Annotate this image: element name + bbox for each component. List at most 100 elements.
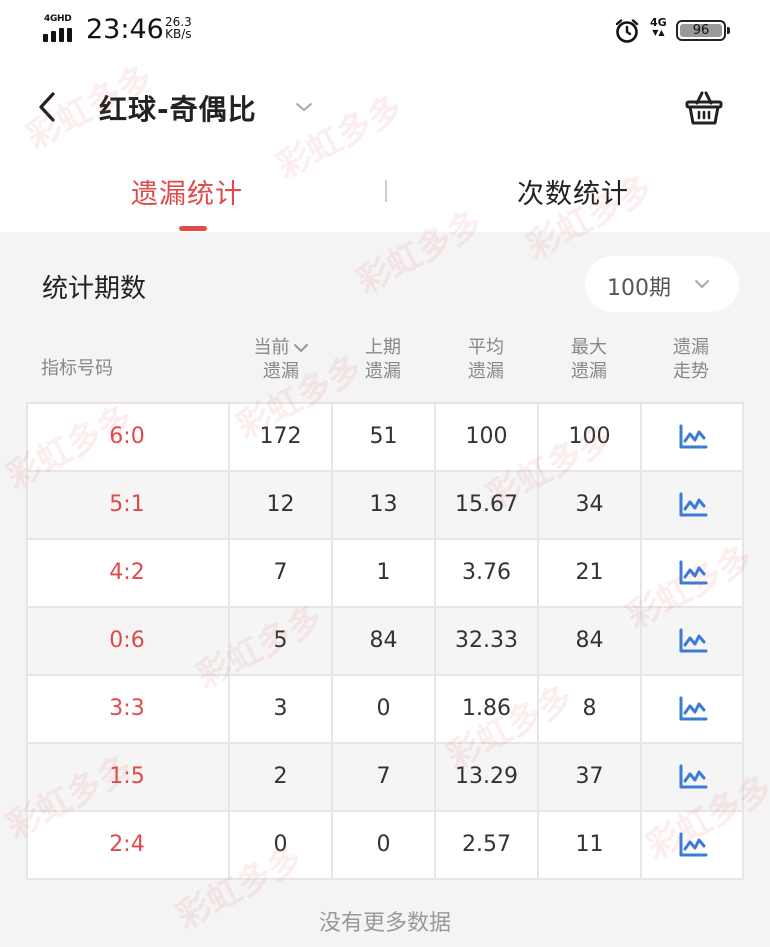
table-row: 0:6 5 84 32.33 84 — [26, 608, 744, 676]
page-title[interactable]: 红球-奇偶比 — [99, 88, 257, 128]
period-value: 100期 — [607, 276, 671, 301]
ratio-cell: 5:1 — [109, 492, 145, 517]
tab-count-stats[interactable]: 次数统计 — [517, 172, 629, 211]
avg-missing-cell: 15.67 — [434, 472, 537, 538]
ratio-cell: 6:0 — [109, 424, 145, 449]
avg-missing-cell: 13.29 — [434, 744, 537, 810]
line-chart-icon[interactable] — [678, 492, 708, 518]
active-tab-indicator — [179, 226, 207, 231]
column-header-current-missing[interactable]: 当前 遗漏 — [230, 336, 332, 384]
max-missing-cell: 34 — [537, 472, 640, 538]
trend-cell[interactable] — [640, 540, 744, 606]
alarm-clock-icon — [615, 19, 639, 43]
last-missing-cell: 0 — [331, 676, 434, 742]
status-bar: 4GHD 23:46 26.3 KB/s 4G ▼▲ 96 — [0, 0, 770, 60]
header: 红球-奇偶比 — [0, 68, 770, 148]
current-missing-cell: 7 — [228, 540, 331, 606]
trend-cell[interactable] — [640, 404, 744, 470]
missing-stats-table: 6:0 172 51 100 100 5:1 12 13 15.67 34 4:… — [26, 402, 744, 880]
column-header-label: 上期 — [365, 337, 401, 358]
ratio-cell: 1:5 — [109, 764, 145, 789]
network-speed: 26.3 KB/s — [165, 16, 192, 40]
max-missing-cell: 100 — [537, 404, 640, 470]
column-header-label: 遗漏 — [365, 361, 401, 382]
ratio-cell: 4:2 — [109, 560, 145, 585]
period-select[interactable]: 100期 — [585, 256, 739, 312]
avg-missing-cell: 3.76 — [434, 540, 537, 606]
column-header-ratio[interactable]: 指标号码 — [26, 336, 128, 402]
current-missing-cell: 0 — [228, 812, 331, 878]
last-missing-cell: 0 — [331, 812, 434, 878]
table-row: 6:0 172 51 100 100 — [26, 404, 744, 472]
table-border — [742, 404, 744, 880]
max-missing-cell: 37 — [537, 744, 640, 810]
trend-cell[interactable] — [640, 676, 744, 742]
line-chart-icon[interactable] — [678, 424, 708, 450]
trend-cell[interactable] — [640, 812, 744, 878]
period-label: 统计期数 — [42, 274, 147, 304]
column-header-avg-missing[interactable]: 平均 遗漏 — [435, 336, 537, 384]
column-header-label: 走势 — [673, 361, 709, 382]
line-chart-icon[interactable] — [678, 696, 708, 722]
tab-divider — [385, 180, 387, 202]
trend-cell[interactable] — [640, 472, 744, 538]
table-border — [26, 404, 28, 880]
battery-icon: 96 — [676, 20, 730, 41]
column-header-last-missing[interactable]: 上期 遗漏 — [332, 336, 434, 384]
avg-missing-cell: 1.86 — [434, 676, 537, 742]
last-missing-cell: 13 — [331, 472, 434, 538]
signal-strength-icon: 4GHD — [42, 14, 76, 42]
max-missing-cell: 21 — [537, 540, 640, 606]
avg-missing-cell: 100 — [434, 404, 537, 470]
chevron-down-icon[interactable] — [294, 100, 314, 114]
network-speed-unit: KB/s — [165, 27, 192, 41]
column-header-label: 平均 — [468, 337, 504, 358]
table-row: 2:4 0 0 2.57 11 — [26, 812, 744, 880]
avg-missing-cell: 2.57 — [434, 812, 537, 878]
avg-missing-cell: 32.33 — [434, 608, 537, 674]
column-header-label: 遗漏 — [263, 361, 299, 382]
ratio-cell: 2:4 — [109, 832, 145, 857]
chevron-down-icon — [293, 344, 308, 352]
table-header: 指标号码 当前 遗漏 上期 遗漏 平均 遗漏 最大 遗漏 遗漏 走势 — [26, 336, 744, 402]
line-chart-icon[interactable] — [678, 560, 708, 586]
last-missing-cell: 7 — [331, 744, 434, 810]
data-arrows-icon: ▼▲ — [652, 28, 665, 37]
column-header-label: 遗漏 — [468, 361, 504, 382]
line-chart-icon[interactable] — [678, 628, 708, 654]
current-missing-cell: 12 — [228, 472, 331, 538]
ratio-cell: 3:3 — [109, 696, 145, 721]
current-missing-cell: 3 — [228, 676, 331, 742]
last-missing-cell: 1 — [331, 540, 434, 606]
battery-level: 96 — [692, 23, 710, 38]
tab-bar: 遗漏统计 次数统计 — [0, 150, 770, 232]
column-header-max-missing[interactable]: 最大 遗漏 — [538, 336, 640, 384]
max-missing-cell: 84 — [537, 608, 640, 674]
last-missing-cell: 51 — [331, 404, 434, 470]
table-row: 1:5 2 7 13.29 37 — [26, 744, 744, 812]
last-missing-cell: 84 — [331, 608, 434, 674]
current-missing-cell: 172 — [228, 404, 331, 470]
current-missing-cell: 2 — [228, 744, 331, 810]
column-header-label: 遗漏 — [673, 337, 709, 358]
trend-cell[interactable] — [640, 608, 744, 674]
basket-icon[interactable] — [684, 88, 724, 128]
table-row: 4:2 7 1 3.76 21 — [26, 540, 744, 608]
ratio-cell: 0:6 — [109, 628, 145, 653]
max-missing-cell: 11 — [537, 812, 640, 878]
line-chart-icon[interactable] — [678, 832, 708, 858]
max-missing-cell: 8 — [537, 676, 640, 742]
status-time: 23:46 — [86, 14, 164, 45]
chevron-down-icon — [695, 280, 709, 288]
column-header-label: 当前 — [253, 337, 290, 358]
table-row: 3:3 3 0 1.86 8 — [26, 676, 744, 744]
no-more-data-text: 没有更多数据 — [318, 911, 451, 936]
table-row: 5:1 12 13 15.67 34 — [26, 472, 744, 540]
line-chart-icon[interactable] — [678, 764, 708, 790]
back-arrow-icon[interactable] — [34, 90, 60, 124]
network-type: 4GHD — [44, 14, 72, 24]
tab-missing-stats[interactable]: 遗漏统计 — [131, 172, 243, 211]
trend-cell[interactable] — [640, 744, 744, 810]
column-header-label: 最大 — [571, 337, 607, 358]
current-missing-cell: 5 — [228, 608, 331, 674]
